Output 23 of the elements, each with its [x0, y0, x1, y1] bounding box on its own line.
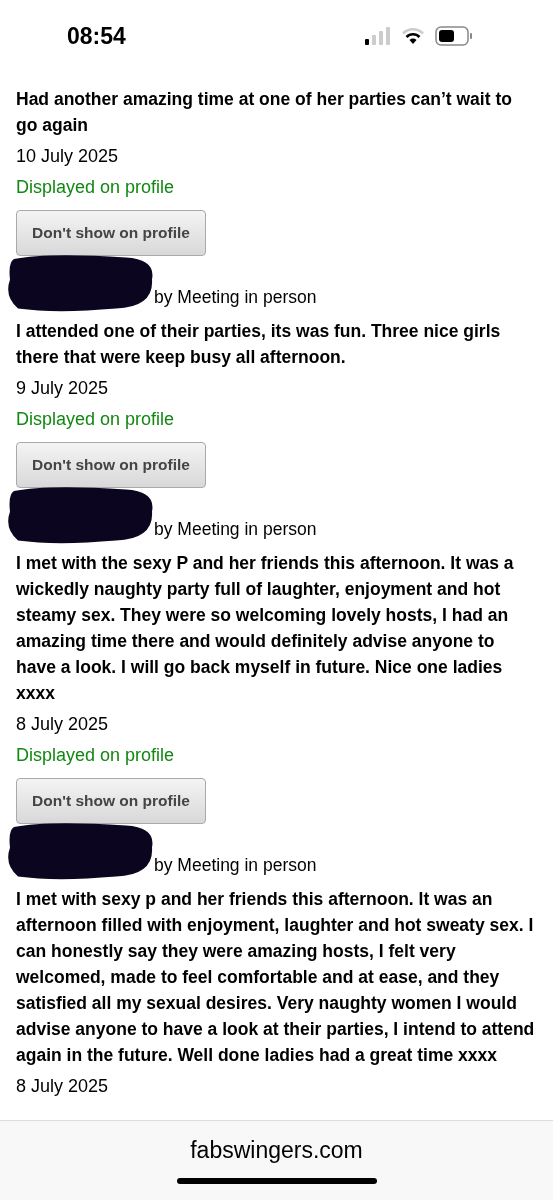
hide-from-profile-button[interactable]: Don't show on profile — [16, 442, 206, 488]
status-time: 08:54 — [67, 22, 126, 50]
review-text: I attended one of their parties, its was fun. Three nice girls there that were keep busy all afternoon. — [16, 320, 502, 369]
review-source: by Meeting in person — [154, 854, 317, 876]
review-source: by Meeting in person — [154, 286, 317, 308]
review-source: by Meeting in person — [154, 518, 317, 540]
review-text: Had another amazing time at one of her parties can’t wait to go again — [16, 88, 513, 137]
profile-status: Displayed on profile — [16, 177, 175, 198]
profile-status: Displayed on profile — [16, 745, 175, 766]
battery-icon — [435, 26, 473, 46]
signal-icon — [365, 27, 391, 45]
review-date: 8 July 2025 — [16, 714, 109, 735]
profile-status: Displayed on profile — [16, 409, 175, 430]
review-date: 10 July 2025 — [16, 146, 119, 167]
hide-from-profile-button[interactable]: Don't show on profile — [16, 778, 206, 824]
wifi-icon — [401, 27, 425, 45]
address-bar-url[interactable]: fabswingers.com — [190, 1137, 363, 1164]
review-text: I met with the sexy P and her friends this afternoon. It was a wickedly naughty party full of laughter, enjoyment and hot steamy sex. They were so welcoming lovely hosts, I had an amazing time there and would definitely advise anyone to have a look. I will go back myself in future. Nice one ladies xxxx — [16, 552, 515, 705]
hide-from-profile-button[interactable]: Don't show on profile — [16, 210, 206, 256]
review-text: I met with sexy p and her friends this afternoon. It was an afternoon filled with enjoyment, laughter and hot sweaty sex. I can honestly say they were amazing hosts, I felt very welcomed, made to feel comfortable and at ease, and they satisfied all my sexual desires. Very naughty women I would advise anyone to have a look at their parties, I intend to attend again in the future. Well done ladies had a great time xxxx — [16, 888, 536, 1067]
home-indicator[interactable] — [176, 1178, 377, 1184]
review-date: 8 July 2025 — [16, 1076, 109, 1097]
review-date: 9 July 2025 — [16, 378, 109, 399]
